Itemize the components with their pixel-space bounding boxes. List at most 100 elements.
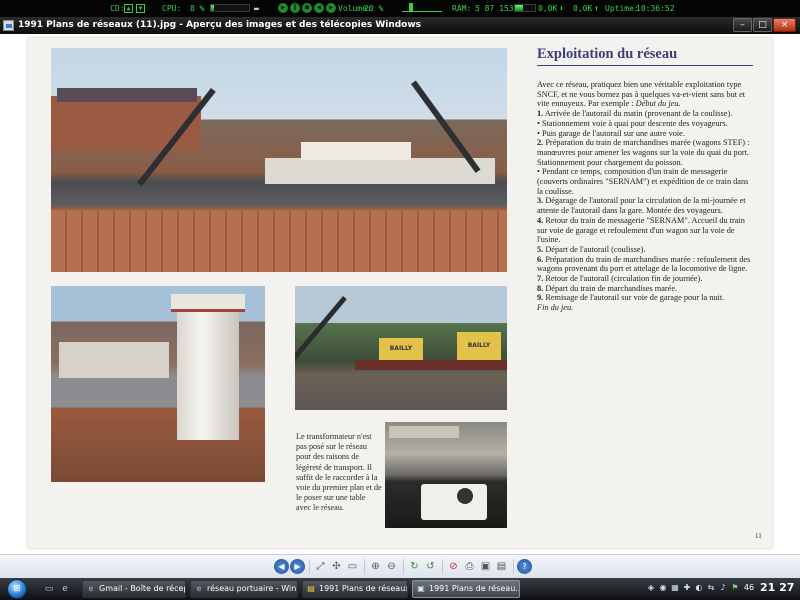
example-start: Début du jeu. <box>635 99 681 109</box>
article-intro: Avec ce réseau, pratiquez bien une vérit… <box>537 80 753 109</box>
cd-label: CD: <box>110 4 125 13</box>
scanned-magazine-page: BAILLY BAILLY Le transformateur n'est pa… <box>28 38 772 548</box>
step-number: 2. <box>537 138 544 148</box>
volume-value: 20 % <box>364 4 384 13</box>
maximize-button[interactable]: □ <box>753 18 772 32</box>
zoom-out-button[interactable]: ⊖ <box>384 559 399 574</box>
show-desktop-icon[interactable]: ▭ <box>42 582 56 596</box>
play-icon[interactable]: ▶ <box>278 3 288 13</box>
start-button[interactable]: ⊞ <box>4 578 30 600</box>
page-number: 11 <box>755 532 762 540</box>
step-text: Puis garage de l'autorail sur une autre … <box>541 128 685 138</box>
end-of-game: Fin du jeu. <box>537 303 574 313</box>
taskbar: ⊞ ▭ e e Gmail - Boîte de récept... e rés… <box>0 578 800 600</box>
step-number: • <box>537 167 540 177</box>
tray-counter: 46 <box>743 583 755 592</box>
transformer-photo <box>385 422 507 528</box>
tray-connection-icon[interactable]: ⇆ <box>706 583 716 593</box>
volume-slider-knob[interactable] <box>409 3 413 12</box>
toolbar-separator <box>442 559 443 574</box>
ram-meter <box>514 4 536 12</box>
tray-network-icon[interactable]: ◈ <box>646 583 656 593</box>
step-item: 4. Retour du train de messagerie "SERNAM… <box>537 216 753 245</box>
viewer-toolbar: ◀ ▶ ⤢ ✣ ▭ ⊕ ⊖ ↻ ↺ ⊘ ⎙ ▣ ▤ ? <box>0 554 800 578</box>
cd-close-icon[interactable]: ▼ <box>136 4 145 13</box>
cpu-meter <box>210 4 250 12</box>
step-item: 8. Départ du train de marchandises marée… <box>537 284 753 294</box>
copy-button[interactable]: ▣ <box>478 559 493 574</box>
rotate-clockwise-button[interactable]: ↻ <box>407 559 422 574</box>
taskbar-clock[interactable]: 21 27 <box>760 581 794 594</box>
taskbar-item-image-viewer[interactable]: ▣ 1991 Plans de réseau... <box>412 580 520 598</box>
slideshow-button[interactable]: ▭ <box>345 559 360 574</box>
tray-security-icon[interactable]: ◉ <box>658 583 668 593</box>
step-text: Retour du train de messagerie "SERNAM". … <box>537 215 745 245</box>
boat-cabin-shape <box>301 142 411 160</box>
tray-power-icon[interactable]: ◐ <box>694 583 704 593</box>
toolbar-separator <box>364 559 365 574</box>
next-image-button[interactable]: ▶ <box>290 559 305 574</box>
step-item: 5. Départ de l'autorail (coulisse). <box>537 245 753 255</box>
help-button[interactable]: ? <box>517 559 532 574</box>
ram-value: 5 87 1536 <box>475 4 519 13</box>
step-number: 9. <box>537 293 544 303</box>
step-item: 3. Dégarage de l'autorail pour la circul… <box>537 196 753 215</box>
best-fit-button[interactable]: ⤢ <box>313 559 328 574</box>
toolbar-separator <box>513 559 514 574</box>
internet-explorer-icon[interactable]: e <box>58 582 72 596</box>
download-arrow-icon: ⬇ <box>559 4 564 13</box>
wagon-crate-1: BAILLY <box>379 338 423 360</box>
toolbar-separator <box>309 559 310 574</box>
minimize-button[interactable]: – <box>733 18 752 32</box>
windows-logo-icon: ⊞ <box>7 579 27 599</box>
article-text-column: Exploitation du réseau Avec ce réseau, p… <box>537 46 753 313</box>
transformer-box-shape <box>421 484 487 520</box>
actual-size-button[interactable]: ✣ <box>329 559 344 574</box>
tray-volume-icon[interactable]: ♪ <box>718 583 728 593</box>
task-label: 1991 Plans de réseau... <box>429 584 520 593</box>
transformer-knob-shape <box>457 488 473 504</box>
zoom-in-button[interactable]: ⊕ <box>368 559 383 574</box>
step-text: Retour de l'autorail (circulation fin de… <box>545 274 703 284</box>
step-text: Remisage de l'autorail sur voie de garag… <box>545 293 725 303</box>
step-text: Pendant ce temps, composition d'un train… <box>537 167 749 196</box>
stop-icon[interactable]: ■ <box>302 3 312 13</box>
delete-button[interactable]: ⊘ <box>446 559 461 574</box>
step-number: 8. <box>537 283 544 293</box>
step-number: 6. <box>537 254 544 264</box>
tray-update-icon[interactable]: ✚ <box>682 583 692 593</box>
window-title-bar[interactable]: 1991 Plans de réseaux (11).jpg - Aperçu … <box>0 17 800 34</box>
step-number: 4. <box>537 215 544 225</box>
image-viewer-icon: ▣ <box>417 584 425 593</box>
quay-wall-shape <box>51 210 507 272</box>
taskbar-item-reseau-portuaire[interactable]: e réseau portuaire - Win... <box>190 580 298 598</box>
flat-wagon-shape <box>355 360 507 370</box>
print-button[interactable]: ⎙ <box>462 559 477 574</box>
prev-track-icon[interactable]: ◀ <box>314 3 324 13</box>
step-text: Dégarage de l'autorail pour la circulati… <box>537 196 746 216</box>
taskbar-item-folder[interactable]: ▤ 1991 Plans de réseaux <box>302 580 408 598</box>
step-item: 7. Retour de l'autorail (circulation fin… <box>537 274 753 284</box>
next-track-icon[interactable]: ▶ <box>326 3 336 13</box>
image-viewer-canvas[interactable]: BAILLY BAILLY Le transformateur n'est pa… <box>0 34 800 554</box>
tray-monitor-icon[interactable]: ▦ <box>670 583 680 593</box>
open-with-button[interactable]: ▤ <box>494 559 509 574</box>
window-title: 1991 Plans de réseaux (11).jpg - Aperçu … <box>18 20 422 30</box>
boat-hull-shape <box>265 158 495 184</box>
volume-slider[interactable] <box>402 3 442 12</box>
image-viewer-app-icon[interactable] <box>3 20 14 31</box>
cd-eject-icon[interactable]: ▲ <box>124 4 133 13</box>
step-text: Stationnement voie à quai pour descente … <box>541 118 728 128</box>
pause-icon[interactable]: ‖ <box>290 3 300 13</box>
tray-flag-icon[interactable]: ⚑ <box>730 583 740 593</box>
step-text: Préparation du train de marchandises mar… <box>537 254 751 274</box>
rotate-counterclockwise-button[interactable]: ↺ <box>423 559 438 574</box>
step-item: • Pendant ce temps, composition d'un tra… <box>537 167 753 196</box>
previous-image-button[interactable]: ◀ <box>274 559 289 574</box>
crane-arm-shape <box>295 296 347 376</box>
step-item: 2. Préparation du train de marchandises … <box>537 138 753 167</box>
taskbar-item-gmail[interactable]: e Gmail - Boîte de récept... <box>82 580 186 598</box>
close-button[interactable]: × <box>773 18 796 32</box>
railcar-shape <box>389 426 459 438</box>
ram-label: RAM: <box>452 4 472 13</box>
